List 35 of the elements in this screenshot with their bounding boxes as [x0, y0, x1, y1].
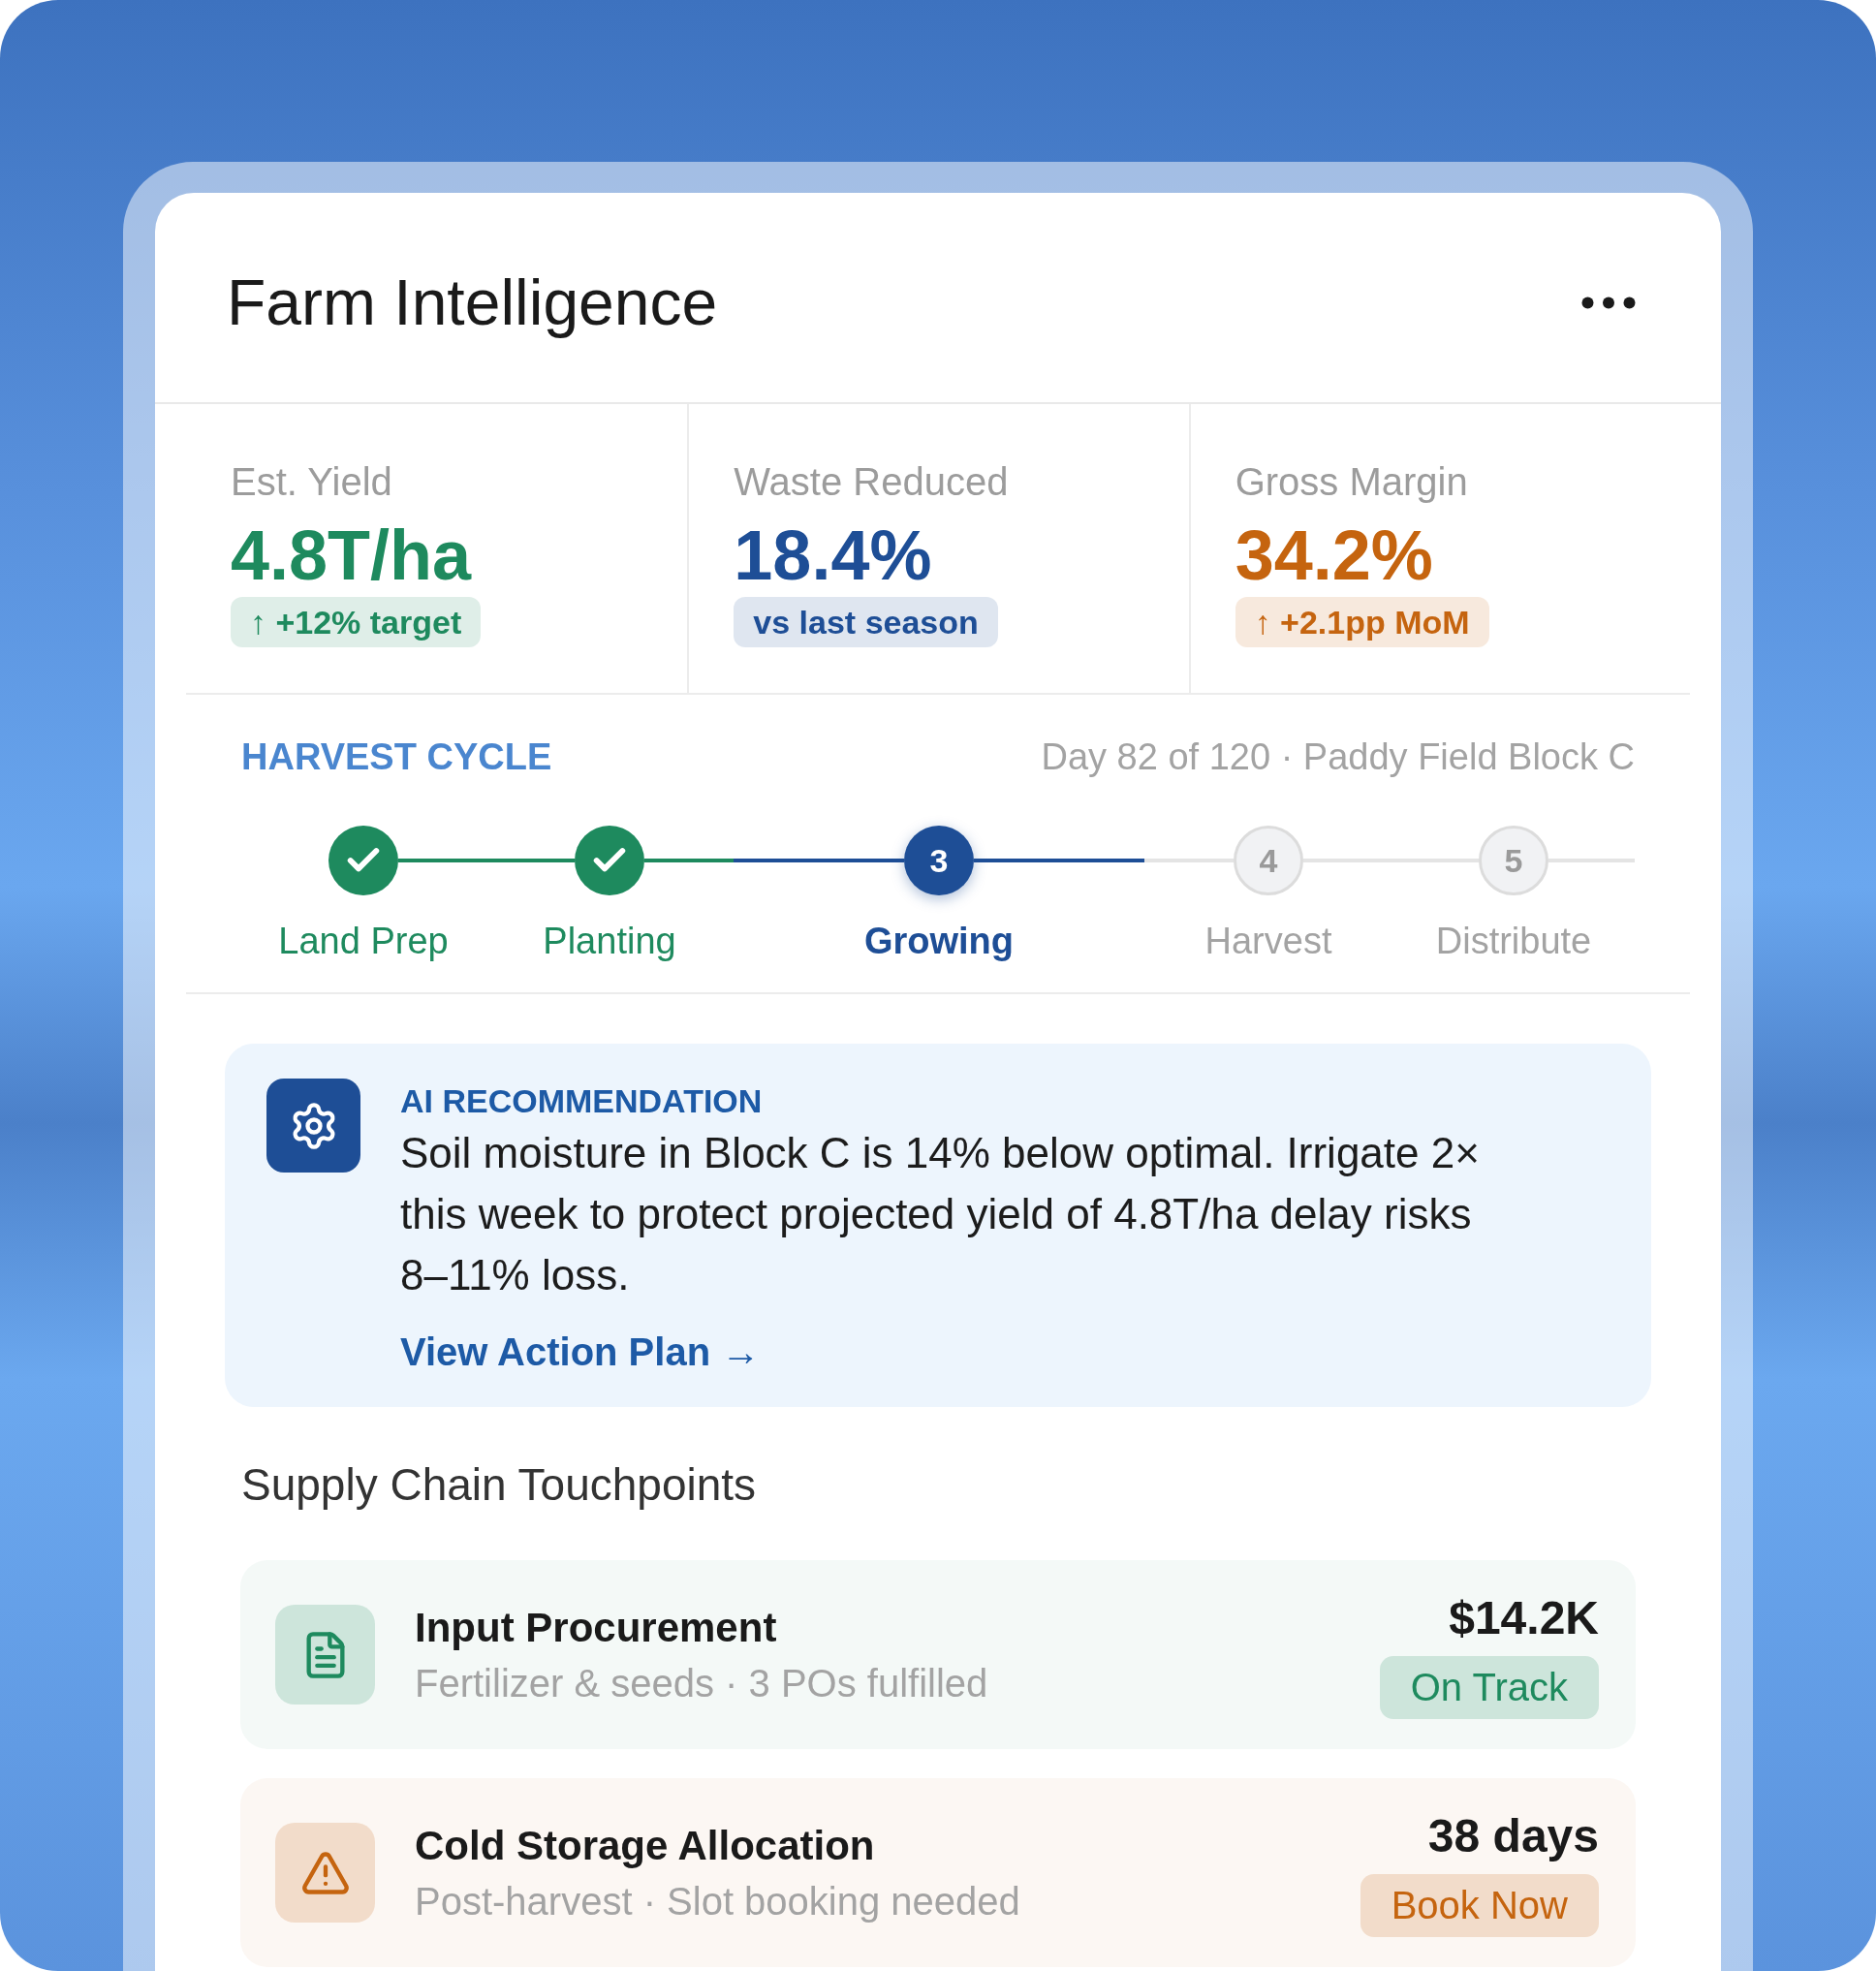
touchpoint-title: Cold Storage Allocation — [415, 1822, 875, 1870]
step-label: Land Prep — [278, 920, 449, 963]
section-title: Supply Chain Touchpoints — [241, 1458, 757, 1512]
cycle-info: Day 82 of 120 · Paddy Field Block C — [1041, 735, 1635, 779]
recommendation-text: Soil moisture in Block C is 14% below optimal. Irrigate 2× this week to protect projected yield of 4.8T/ha delay risks 8–11% loss. — [400, 1128, 1481, 1300]
touchpoint-details: Fertilizer & seeds · 3 POs fulfilled — [415, 1661, 988, 1706]
step-label: Planting — [543, 920, 676, 963]
step-number: 3 — [904, 826, 974, 895]
metric-value: 4.8T/ha — [231, 516, 472, 594]
metric-label: Est. Yield — [231, 459, 392, 504]
step-label: Harvest — [1204, 920, 1332, 963]
step-number: 5 — [1479, 826, 1548, 895]
step-number: 4 — [1234, 826, 1303, 895]
touchpoint-value: 38 days — [1427, 1808, 1599, 1863]
status-label: On Track — [1379, 1655, 1599, 1719]
card-title: Farm Intelligence — [227, 266, 718, 340]
comparison-label: vs last season — [734, 597, 998, 647]
recommendation-label: AI RECOMMENDATION — [400, 1081, 763, 1120]
gear-icon — [266, 1079, 360, 1173]
section-title: HARVEST CYCLE — [241, 735, 552, 779]
metric-value: 34.2% — [1235, 516, 1433, 594]
step-label: Growing — [863, 920, 1015, 963]
warning-icon — [275, 1823, 375, 1923]
document-icon — [275, 1605, 375, 1705]
touchpoint-title: Input Procurement — [415, 1604, 777, 1652]
action-plan-link[interactable]: View Action Plan → — [400, 1329, 761, 1375]
step-label: Distribute — [1435, 920, 1592, 963]
touchpoint-details: Post-harvest · Slot booking needed — [415, 1879, 1020, 1924]
comparison-label: ↑ +12% target — [231, 597, 482, 647]
comparison-label: ↑ +2.1pp MoM — [1235, 597, 1489, 647]
metric-value: 18.4% — [734, 516, 932, 594]
touchpoint-value: $14.2K — [1449, 1590, 1599, 1645]
metric-label: Waste Reduced — [734, 459, 1009, 504]
more-icon — [1581, 296, 1636, 309]
metric-label: Gross Margin — [1235, 459, 1468, 504]
